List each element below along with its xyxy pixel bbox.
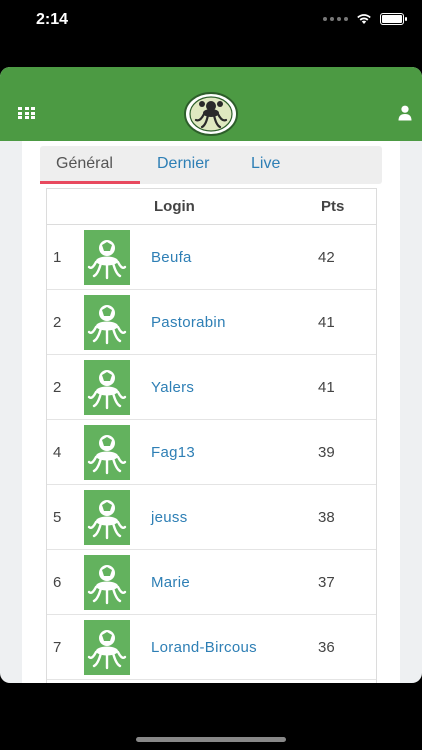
player-login-link[interactable]: Lorand-Bircous <box>151 639 257 656</box>
player-avatar[interactable] <box>84 490 130 545</box>
player-avatar[interactable] <box>84 555 130 610</box>
home-indicator <box>136 737 286 742</box>
row-rank: 4 <box>53 444 62 461</box>
octopus-logo[interactable] <box>184 92 238 136</box>
player-login-link[interactable]: Fag13 <box>151 444 195 461</box>
top-bar <box>0 67 422 141</box>
table-row: 7 Lorand-Bircous 36 <box>47 615 376 680</box>
row-rank: 2 <box>53 314 62 331</box>
app-window: Général Dernier Live Login Pts 1 Beufa 42 2… <box>0 67 422 683</box>
ranking-table: Login Pts 1 Beufa 42 2 Pastorabin 41 2 Yalers 41… <box>46 188 377 683</box>
row-rank: 1 <box>53 249 62 266</box>
row-rank: 2 <box>53 379 62 396</box>
ranking-panel: Général Dernier Live Login Pts 1 Beufa 42 2… <box>22 141 400 683</box>
row-points: 41 <box>318 314 335 331</box>
player-avatar[interactable] <box>84 620 130 675</box>
status-icons <box>323 13 407 25</box>
row-points: 42 <box>318 249 335 266</box>
player-login-link[interactable]: Yalers <box>151 379 194 396</box>
tab-general[interactable]: Général <box>56 155 113 173</box>
player-avatar[interactable] <box>84 295 130 350</box>
player-login-link[interactable]: Pastorabin <box>151 314 226 331</box>
wifi-icon <box>357 14 371 24</box>
table-row: 6 Marie 37 <box>47 550 376 615</box>
header-login: Login <box>154 198 195 215</box>
player-login-link[interactable]: jeuss <box>151 509 188 526</box>
row-points: 38 <box>318 509 335 526</box>
row-points: 39 <box>318 444 335 461</box>
table-row: 1 Beufa 42 <box>47 225 376 290</box>
tab-live[interactable]: Live <box>251 155 280 173</box>
table-header: Login Pts <box>47 189 376 225</box>
row-points: 36 <box>318 639 335 656</box>
tab-dernier[interactable]: Dernier <box>157 155 209 173</box>
row-points: 41 <box>318 379 335 396</box>
header-pts: Pts <box>321 198 345 215</box>
row-rank: 5 <box>53 509 62 526</box>
battery-icon <box>380 13 407 25</box>
table-row: 2 Yalers 41 <box>47 355 376 420</box>
player-login-link[interactable]: Beufa <box>151 249 192 266</box>
table-row: 4 Fag13 39 <box>47 420 376 485</box>
user-icon[interactable] <box>398 105 412 121</box>
status-time: 2:14 <box>36 11 69 28</box>
signal-icon <box>323 17 348 21</box>
table-row: 5 jeuss 38 <box>47 485 376 550</box>
player-login-link[interactable]: Marie <box>151 574 190 591</box>
active-tab-indicator <box>40 181 140 184</box>
row-rank: 7 <box>53 639 62 656</box>
status-bar: 2:14 <box>0 0 422 44</box>
row-rank: 6 <box>53 574 62 591</box>
tab-bar: Général Dernier Live <box>40 146 382 184</box>
grid-menu-icon[interactable] <box>18 107 36 119</box>
player-avatar[interactable] <box>84 360 130 415</box>
player-avatar[interactable] <box>84 230 130 285</box>
player-avatar[interactable] <box>84 425 130 480</box>
table-row: 2 Pastorabin 41 <box>47 290 376 355</box>
row-points: 37 <box>318 574 335 591</box>
